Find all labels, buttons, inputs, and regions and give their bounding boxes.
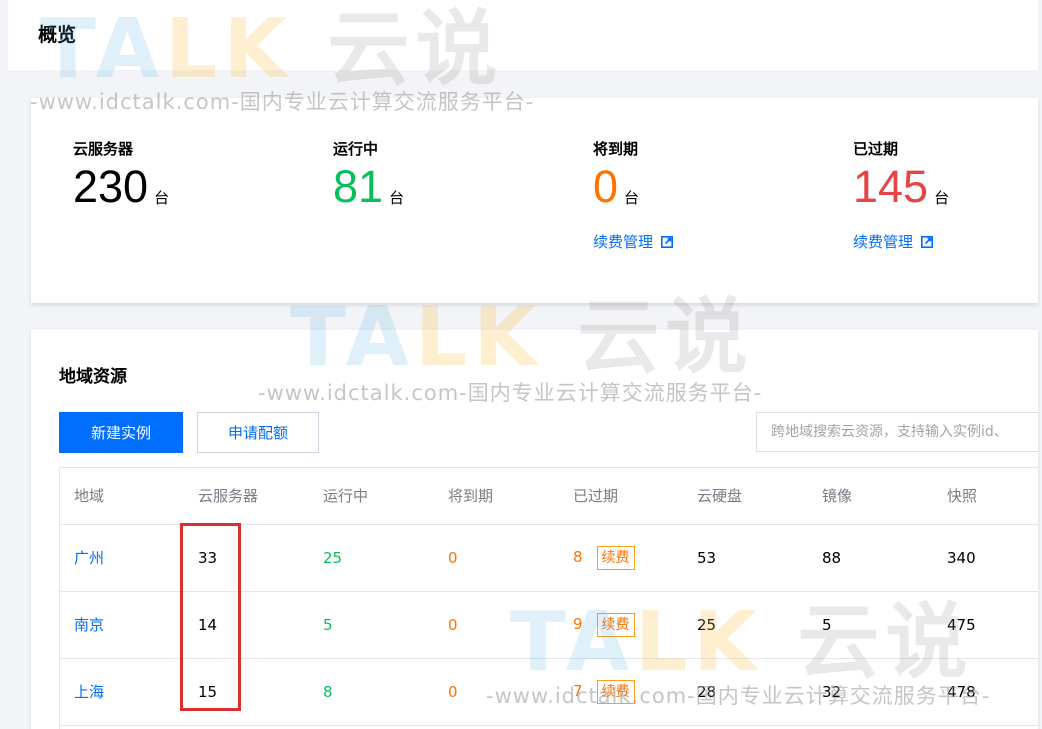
- stat-expiring: 将到期 0 台 续费管理: [593, 138, 674, 252]
- servers-cell: 15: [184, 658, 309, 726]
- servers-cell: 33: [184, 524, 309, 592]
- apply-quota-button[interactable]: 申请配额: [197, 412, 319, 453]
- renew-management-link[interactable]: 续费管理: [593, 231, 674, 252]
- column-header: 已过期: [559, 468, 683, 525]
- servers-cell: 14: [184, 591, 309, 659]
- section-title: 地域资源: [59, 367, 127, 387]
- region-link[interactable]: 上海: [74, 683, 104, 701]
- snapshots-cell: 478: [933, 658, 1038, 726]
- table-row: 上海 15 8 0 7 续费 28 32 478: [60, 658, 1038, 726]
- renew-management-link[interactable]: 续费管理: [853, 231, 949, 252]
- images-cell: 88: [808, 524, 933, 592]
- expiring-cell: 0: [434, 524, 559, 592]
- images-cell: 5: [808, 591, 933, 659]
- stat-value: 230: [73, 161, 149, 212]
- stat-total-servers: 云服务器 230 台: [73, 138, 169, 211]
- column-header: 云硬盘: [683, 468, 808, 525]
- disks-cell: 53: [683, 524, 808, 592]
- stat-unit: 台: [154, 189, 170, 207]
- expiring-cell: 0: [434, 591, 559, 659]
- stat-label: 已过期: [853, 140, 899, 158]
- region-resources-card: 地域资源 新建实例 申请配额 地域 云服务器 运行中 将到期 已过期 云硬盘: [31, 330, 1038, 729]
- running-cell: 25: [309, 524, 434, 592]
- page-header: 概览: [8, 0, 1038, 70]
- page-title: 概览: [38, 24, 77, 46]
- stat-value: 145: [853, 161, 929, 212]
- renew-management-label: 续费管理: [853, 233, 914, 251]
- column-header: 云服务器: [184, 468, 309, 525]
- column-header: 快照: [933, 468, 1038, 525]
- external-link-icon: [661, 235, 674, 248]
- renew-tag[interactable]: 续费: [596, 545, 635, 570]
- running-cell: 5: [309, 591, 434, 659]
- stat-unit: 台: [624, 189, 640, 207]
- renew-tag[interactable]: 续费: [596, 612, 635, 637]
- create-instance-button[interactable]: 新建实例: [59, 412, 183, 453]
- expired-count: 7: [573, 681, 583, 700]
- disks-cell: 28: [683, 658, 808, 726]
- stat-unit: 台: [389, 189, 405, 207]
- renew-management-label: 续费管理: [593, 233, 654, 251]
- expired-count: 8: [573, 547, 583, 566]
- stat-unit: 台: [934, 189, 950, 207]
- region-link[interactable]: 南京: [74, 616, 104, 634]
- disks-cell: 25: [683, 591, 808, 659]
- renew-tag[interactable]: 续费: [596, 679, 635, 704]
- stat-expired: 已过期 145 台 续费管理: [853, 138, 949, 252]
- console-frame: 概览 云服务器 230 台 运行中 81 台 将到期 0 台 续费管理 已过期 …: [0, 0, 1042, 729]
- stat-label: 运行中: [333, 140, 379, 158]
- column-header: 地域: [60, 468, 184, 525]
- stat-value: 0: [593, 161, 619, 212]
- snapshots-cell: 340: [933, 524, 1038, 592]
- table-header-row: 地域 云服务器 运行中 将到期 已过期 云硬盘 镜像 快照: [60, 468, 1038, 525]
- table-row: 广州 33 25 0 8 续费 53 88 340: [60, 524, 1038, 592]
- region-link[interactable]: 广州: [74, 549, 104, 567]
- table-row: 南京 14 5 0 9 续费 25 5 475: [60, 591, 1038, 659]
- stat-running: 运行中 81 台: [333, 138, 404, 211]
- cross-region-search-input[interactable]: [756, 412, 1038, 452]
- expiring-cell: 0: [434, 658, 559, 726]
- images-cell: 32: [808, 658, 933, 726]
- column-header: 镜像: [808, 468, 933, 525]
- column-header: 将到期: [434, 468, 559, 525]
- stat-label: 将到期: [593, 140, 639, 158]
- expired-count: 9: [573, 614, 583, 633]
- running-cell: 8: [309, 658, 434, 726]
- region-table: 地域 云服务器 运行中 将到期 已过期 云硬盘 镜像 快照 广州 33 25 0…: [59, 467, 1038, 729]
- external-link-icon: [921, 235, 934, 248]
- snapshots-cell: 475: [933, 591, 1038, 659]
- column-header: 运行中: [309, 468, 434, 525]
- overview-card: 云服务器 230 台 运行中 81 台 将到期 0 台 续费管理 已过期 145…: [31, 98, 1038, 303]
- stat-label: 云服务器: [73, 140, 134, 158]
- stat-value: 81: [333, 161, 384, 212]
